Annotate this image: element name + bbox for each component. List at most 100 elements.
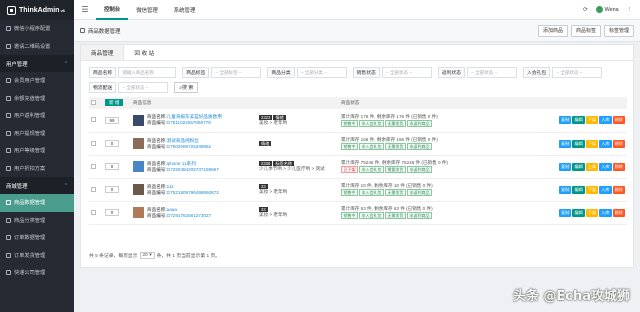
app-logo[interactable]: ThinkAdmin v6 bbox=[0, 0, 74, 20]
top-nav-tab[interactable]: 系统管理 bbox=[166, 0, 204, 20]
sidebar-item[interactable]: 余额充值管理 bbox=[0, 90, 74, 108]
row-checkbox[interactable] bbox=[91, 140, 96, 146]
sidebar-item[interactable]: 微信小程序配置 bbox=[0, 20, 74, 38]
row-action-button[interactable]: 下架 bbox=[585, 185, 599, 194]
row-action-button[interactable]: 删除 bbox=[612, 185, 625, 194]
pager-prefix: 共 5 条记录，每页显示 bbox=[89, 254, 138, 259]
sidebar-item[interactable]: 会员用户管理 bbox=[0, 72, 74, 90]
sidebar-item[interactable]: 快递公司管理 bbox=[0, 264, 74, 282]
menu-item-icon bbox=[6, 217, 11, 223]
row-action-button[interactable]: 入库 bbox=[599, 185, 612, 194]
page-size-select[interactable]: 20 ▾ bbox=[139, 252, 155, 259]
row-action-button[interactable]: 入库 bbox=[599, 139, 612, 148]
filter-label: 物流配送 bbox=[89, 82, 117, 93]
filter-input[interactable]: -- 全部分类 -- bbox=[296, 67, 347, 78]
sort-input[interactable]: 99 bbox=[105, 116, 119, 124]
sidebar-item-label: 商品数据管理 bbox=[14, 200, 46, 207]
row-action-button[interactable]: 入库 bbox=[599, 116, 612, 125]
row-action-button[interactable]: 下架 bbox=[585, 116, 599, 125]
sidebar-item[interactable]: 用户等级管理 bbox=[0, 142, 74, 160]
row-checkbox[interactable] bbox=[91, 186, 96, 192]
row-action-button[interactable]: 入库 bbox=[599, 208, 612, 217]
user-menu[interactable]: Wena bbox=[595, 6, 619, 13]
filter-input[interactable]: -- 全部状态 -- bbox=[552, 67, 603, 78]
goods-code[interactable]: G7521805796498660673 bbox=[167, 190, 219, 195]
goods-name[interactable]: 儿童海报东美篮好品质欧用 bbox=[167, 114, 222, 119]
row-action-button[interactable]: 复制 bbox=[559, 162, 572, 171]
menu-item-icon bbox=[6, 235, 11, 241]
row-action-button[interactable]: 上架 bbox=[585, 162, 599, 171]
row-action-button[interactable]: 下架 bbox=[585, 139, 599, 148]
menu-toggle-icon[interactable]: ☰ bbox=[74, 5, 96, 14]
search-button[interactable]: ⌕ 搜 索 bbox=[174, 82, 199, 93]
row-action-button[interactable]: 复制 bbox=[559, 116, 572, 125]
more-icon[interactable]: ⋮ bbox=[627, 7, 632, 13]
sidebar-item[interactable]: 商品分类管理 bbox=[0, 212, 74, 230]
row-action-button[interactable]: 编辑 bbox=[572, 185, 585, 194]
goods-name[interactable]: 测试商品纯粉丝 bbox=[167, 138, 199, 143]
goods-name[interactable]: iphone 11系列 bbox=[167, 161, 196, 166]
filter-input[interactable]: -- 全部状态 -- bbox=[467, 67, 518, 78]
filter-input[interactable]: -- 全部标签 -- bbox=[211, 67, 262, 78]
row-action-button[interactable]: 入库 bbox=[599, 162, 612, 171]
menu-item-icon bbox=[6, 200, 11, 206]
sidebar-group-mall[interactable]: 商城管理 ⌃ bbox=[0, 177, 74, 194]
menu-item-icon bbox=[6, 78, 11, 84]
row-action-button[interactable]: 复制 bbox=[559, 208, 572, 217]
goods-code[interactable]: G7511022057068778 bbox=[167, 120, 211, 125]
row-checkbox[interactable] bbox=[91, 209, 96, 215]
status-badge: 非入会礼包 bbox=[359, 212, 384, 219]
page-actions: 添加商品 商品标签 标签管理 bbox=[537, 24, 640, 37]
tab-goods[interactable]: 商品管理 bbox=[81, 45, 125, 60]
row-action-button[interactable]: 编辑 bbox=[572, 208, 585, 217]
add-goods-button[interactable]: 添加商品 bbox=[537, 24, 568, 37]
sidebar-item[interactable]: 商品数据管理 bbox=[0, 194, 74, 212]
sidebar-item[interactable]: 邀请二维码设置 bbox=[0, 38, 74, 56]
top-nav-tab[interactable]: 控制台 bbox=[96, 0, 129, 20]
goods-card: 商品管理 回 收 站 商品名称 请输入商品名称 商品标签 -- 全部标签 -- 商品分类… bbox=[80, 44, 634, 268]
sidebar-item[interactable]: 用户返利管理 bbox=[0, 107, 74, 125]
goods-name[interactable]: aaaa bbox=[167, 207, 177, 212]
row-action-button[interactable]: 删除 bbox=[612, 139, 625, 148]
goods-code[interactable]: G7250384205737159667 bbox=[167, 167, 219, 172]
row-action-button[interactable]: 删除 bbox=[612, 208, 625, 217]
row-action-button[interactable]: 复制 bbox=[559, 185, 572, 194]
page-size-value: 20 bbox=[142, 253, 148, 258]
top-nav: 控制台 微信管理 系统管理 bbox=[96, 0, 203, 20]
filter-input[interactable]: -- 全部状态 -- bbox=[118, 82, 169, 93]
goods-code[interactable]: G7291762561273027 bbox=[167, 213, 211, 218]
row-action-button[interactable]: 删除 bbox=[612, 162, 625, 171]
select-all-checkbox[interactable] bbox=[91, 100, 96, 105]
sort-input[interactable]: 0 bbox=[105, 140, 119, 147]
table-row: 0 商品名称:iphone 11系列 商品编号:G72503842057371596… bbox=[89, 155, 627, 178]
sidebar-group-user[interactable]: 用户管理 ⌃ bbox=[0, 55, 74, 72]
filter-input[interactable]: 请输入商品名称 bbox=[118, 67, 177, 78]
goods-category: 美妆 > 老年哟 bbox=[259, 212, 288, 217]
goods-code[interactable]: G7502089725349862 bbox=[167, 144, 211, 149]
row-action-button[interactable]: 编辑 bbox=[572, 116, 585, 125]
goods-mark-button[interactable]: 商品标签 bbox=[570, 24, 601, 37]
sidebar-item[interactable]: 订单发货管理 bbox=[0, 247, 74, 265]
sort-input[interactable]: 0 bbox=[105, 209, 119, 216]
new-button[interactable]: 新 增 bbox=[105, 99, 124, 106]
sidebar-item[interactable]: 用户折扣方案 bbox=[0, 160, 74, 178]
filter-input[interactable]: -- 全部状态 -- bbox=[381, 67, 432, 78]
goods-name[interactable]: 111 bbox=[167, 184, 174, 189]
row-checkbox[interactable] bbox=[91, 163, 96, 169]
row-checkbox[interactable] bbox=[91, 117, 96, 123]
row-action-button[interactable]: 编辑 bbox=[572, 139, 585, 148]
tab-recycle[interactable]: 回 收 站 bbox=[124, 45, 164, 60]
row-action-button[interactable]: 复制 bbox=[559, 139, 572, 148]
row-action-button[interactable]: 删除 bbox=[612, 116, 625, 125]
sidebar-item[interactable]: 订单数据管理 bbox=[0, 229, 74, 247]
menu-item-icon bbox=[6, 113, 11, 119]
code-prefix: 商品编号: bbox=[147, 143, 167, 149]
refresh-icon[interactable]: ⟳ bbox=[583, 7, 588, 13]
row-action-button[interactable]: 编辑 bbox=[572, 162, 585, 171]
sort-input[interactable]: 0 bbox=[105, 163, 119, 170]
sort-input[interactable]: 0 bbox=[105, 186, 119, 193]
sidebar-item[interactable]: 用户提现管理 bbox=[0, 125, 74, 143]
top-nav-tab[interactable]: 微信管理 bbox=[128, 0, 166, 20]
tag-manage-button[interactable]: 标签管理 bbox=[603, 24, 634, 37]
row-action-button[interactable]: 下架 bbox=[585, 208, 599, 217]
